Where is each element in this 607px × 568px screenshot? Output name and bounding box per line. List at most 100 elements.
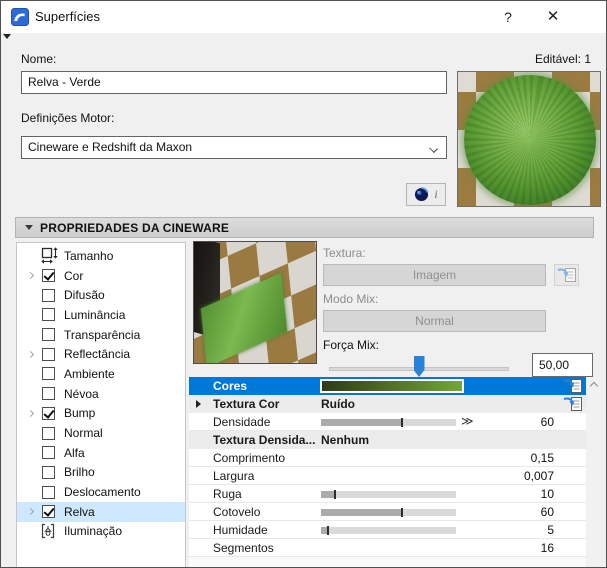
- section-collapse-icon: [25, 225, 33, 230]
- mix-strength-label: Força Mix:: [323, 338, 379, 352]
- checkbox-normal[interactable]: [42, 427, 55, 440]
- tree-item-nevoa[interactable]: Névoa: [17, 384, 185, 404]
- color-gradient-swatch[interactable]: [320, 379, 464, 393]
- cineware-properties-header[interactable]: PROPRIEDADES DA CINEWARE: [15, 217, 594, 238]
- property-label: Ruga: [213, 487, 242, 501]
- row-slider-track[interactable]: [321, 509, 456, 516]
- property-row-humidade[interactable]: Humidade 5: [189, 521, 586, 539]
- mix-mode-button[interactable]: Normal: [323, 310, 546, 332]
- property-number[interactable]: 5: [547, 523, 554, 537]
- row-slider-handle[interactable]: [401, 418, 403, 427]
- window-title: Superfícies: [35, 9, 100, 24]
- checkbox-nevoa[interactable]: [42, 387, 55, 400]
- tree-item-iluminacao[interactable]: Iluminação: [17, 522, 185, 542]
- property-row-comprimento[interactable]: Comprimento0,15: [189, 449, 586, 467]
- checkbox-reflectancia[interactable]: [42, 348, 55, 361]
- surfaces-dialog: Superfícies ? ✕ Nome: Editável: 1 Relva …: [0, 0, 607, 568]
- mix-mode-label: Modo Mix:: [323, 292, 378, 306]
- property-row-cotovelo[interactable]: Cotovelo 60: [189, 503, 586, 521]
- tree-item-label: Luminância: [64, 308, 125, 322]
- checkbox-deslocamento[interactable]: [42, 486, 55, 499]
- property-row-largura[interactable]: Largura0,007: [189, 467, 586, 485]
- cineware-info-button[interactable]: i: [406, 183, 446, 206]
- tree-item-label: Reflectância: [64, 347, 130, 361]
- close-button[interactable]: ✕: [533, 1, 573, 33]
- chevron-down-icon: [429, 144, 438, 153]
- tree-item-luminancia[interactable]: Luminância: [17, 305, 185, 325]
- checkbox-bump[interactable]: [42, 407, 55, 420]
- surface-preview: [457, 71, 601, 207]
- property-number[interactable]: 16: [541, 541, 554, 555]
- table-scrollbar[interactable]: [587, 377, 601, 568]
- tree-item-transparencia[interactable]: Transparência: [17, 325, 185, 345]
- engine-label: Definições Motor:: [21, 111, 114, 125]
- tree-item-alfa[interactable]: Alfa: [17, 443, 185, 463]
- checkbox-difusao[interactable]: [42, 289, 55, 302]
- tree-item-difusao[interactable]: Difusão: [17, 285, 185, 305]
- property-number[interactable]: 0,007: [524, 469, 554, 483]
- engine-dropdown[interactable]: Cineware e Redshift da Maxon: [21, 136, 447, 159]
- checkbox-ambiente[interactable]: [42, 367, 55, 380]
- property-row-densidade[interactable]: Densidade ≫ 60: [189, 413, 586, 431]
- tree-item-cor[interactable]: Cor: [17, 266, 185, 286]
- row-slider-track[interactable]: [321, 527, 456, 534]
- checkbox-cor[interactable]: [42, 269, 55, 282]
- checkbox-transparencia[interactable]: [42, 328, 55, 341]
- tree-item-deslocamento[interactable]: Deslocamento: [17, 482, 185, 502]
- slider-overflow-icon: ≫: [461, 414, 474, 428]
- tree-item-label: Difusão: [64, 288, 105, 302]
- row-slider-track[interactable]: [321, 491, 456, 498]
- property-number[interactable]: 60: [541, 415, 554, 429]
- property-number[interactable]: 10: [541, 487, 554, 501]
- property-row-textura-cor[interactable]: Textura CorRuído: [189, 395, 586, 413]
- scroll-up-icon[interactable]: [589, 382, 597, 390]
- texture-popup-icon[interactable]: [563, 396, 583, 412]
- expander-icon[interactable]: [196, 400, 201, 408]
- property-row-segmentos[interactable]: Segmentos16: [189, 539, 586, 557]
- texture-popup-icon[interactable]: [563, 378, 583, 394]
- help-button[interactable]: ?: [488, 1, 528, 33]
- texture-popup-button[interactable]: [554, 264, 579, 286]
- row-slider-track[interactable]: [321, 419, 456, 426]
- texture-image-button[interactable]: Imagem: [323, 264, 546, 286]
- tree-item-tamanho[interactable]: Tamanho: [17, 246, 185, 266]
- row-slider-handle[interactable]: [401, 508, 403, 517]
- checkbox-brilho[interactable]: [42, 466, 55, 479]
- tree-item-reflectancia[interactable]: Reflectância: [17, 344, 185, 364]
- row-slider-fill: [321, 491, 335, 498]
- property-label: Humidade: [213, 523, 268, 537]
- slider-thumb[interactable]: [414, 356, 425, 377]
- expander-icon[interactable]: [26, 352, 42, 357]
- tree-item-bump[interactable]: Bump: [17, 404, 185, 424]
- tree-item-label: Iluminação: [64, 524, 122, 538]
- row-slider-handle[interactable]: [327, 526, 329, 535]
- property-row-textura-densida[interactable]: Textura Densida...Nenhum: [189, 431, 586, 449]
- mix-strength-slider[interactable]: [329, 352, 509, 378]
- mix-strength-input[interactable]: 50,00: [532, 353, 593, 377]
- expander-icon[interactable]: [26, 509, 42, 514]
- row-slider-handle[interactable]: [334, 490, 336, 499]
- checkbox-relva[interactable]: [42, 505, 55, 518]
- expander-icon[interactable]: [26, 273, 42, 278]
- tree-item-relva[interactable]: Relva: [17, 502, 185, 522]
- property-label: Cores: [213, 379, 247, 393]
- tree-item-brilho[interactable]: Brilho: [17, 463, 185, 483]
- checkbox-luminancia[interactable]: [42, 308, 55, 321]
- expander-icon[interactable]: [26, 411, 42, 416]
- surface-name-input[interactable]: Relva - Verde: [21, 71, 447, 94]
- property-row-ruga[interactable]: Ruga 10: [189, 485, 586, 503]
- property-row-cores[interactable]: Cores: [189, 377, 586, 395]
- tree-item-normal[interactable]: Normal: [17, 423, 185, 443]
- editable-count: Editável: 1: [535, 52, 591, 66]
- title-bar: Superfícies ? ✕: [1, 1, 606, 33]
- property-label: Cotovelo: [213, 505, 260, 519]
- property-number[interactable]: 60: [541, 505, 554, 519]
- tree-item-ambiente[interactable]: Ambiente: [17, 364, 185, 384]
- checkbox-alfa[interactable]: [42, 446, 55, 459]
- panel-collapse-icon[interactable]: [3, 34, 11, 39]
- tree-item-label: Transparência: [64, 328, 140, 342]
- property-label: Densidade: [213, 415, 270, 429]
- engine-dropdown-value: Cineware e Redshift da Maxon: [28, 140, 192, 154]
- section-title: PROPRIEDADES DA CINEWARE: [40, 221, 229, 235]
- property-number[interactable]: 0,15: [531, 451, 554, 465]
